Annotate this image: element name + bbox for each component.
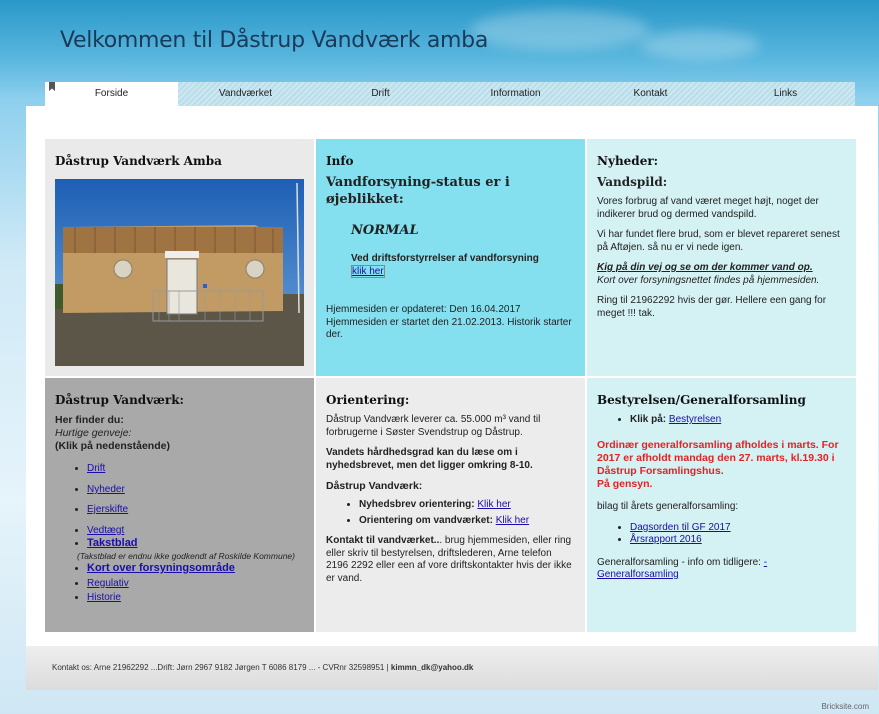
board-link[interactable]: Bestyrelsen [669,414,721,425]
box-title: Info [326,154,354,168]
doc-link-agenda[interactable]: Dagsorden til GF 2017 [630,522,731,533]
shortcuts-subintro: Hurtige genveje: [55,427,132,440]
box-title: Nyheder: [597,154,659,168]
cloud-decoration [640,30,760,60]
news-paragraph: Ring til 21962292 hvis der gør. Hellere … [597,295,827,319]
box-title: Dåstrup Vandværk: [55,393,184,407]
waterworks-photo [55,179,304,366]
footer-email[interactable]: kimmn_dk@yahoo.dk [391,663,474,672]
nav-item-kontakt[interactable]: Kontakt [583,82,718,106]
footer-contact-text: Kontakt os: Arne 21962292 ...Drift: Jørn… [52,663,391,672]
nav-item-information[interactable]: Information [448,82,583,106]
box-title: Orientering: [326,393,410,407]
orientation-link[interactable]: Klik her [496,515,529,526]
shortcut-link-regulativ[interactable]: Regulativ [87,578,129,589]
footer-contact: Kontakt os: Arne 21962292 ...Drift: Jørn… [52,663,473,672]
shortcut-link-nyheder[interactable]: Nyheder [87,484,125,495]
cloud-decoration [470,10,650,50]
hardness-paragraph: Vandets hårdhedsgrad kan du læse om i ny… [326,447,533,471]
info-box: Info Vandforsyning-status er i øjeblikke… [316,139,585,376]
news-paragraph: Vi har fundet flere brud, som er blevet … [597,229,840,253]
takstblad-note: (Takstblad er endnu ikke godkendt af Ros… [77,551,295,562]
site-title: Velkommen til Dåstrup Vandværk amba [60,28,489,53]
disturbance-text: Ved driftsforstyrrelser af vandforsyning [351,253,539,265]
shortcut-link-vedtaegt[interactable]: Vedtægt [87,525,124,536]
main-nav: Forside Vandværket Drift Information Kon… [45,82,855,106]
shortcut-link-kort[interactable]: Kort over forsyningsområde [87,562,235,574]
older-assemblies: Generalforsamling - info om tidligere: -… [597,557,846,582]
box-title: Bestyrelsen/Generalforsamling [597,393,806,407]
shortcut-link-ejerskifte[interactable]: Ejerskifte [87,504,128,515]
started-line: Hjemmesiden er startet den 21.02.2013. H… [326,316,572,341]
nav-item-drift[interactable]: Drift [313,82,448,106]
orientation-label: Orientering om vandværket: [359,514,493,526]
board-click-label: Klik på: [630,414,667,425]
orientation-subheading: Dåstrup Vandværk: [326,480,423,492]
shortcuts-instruction: (Klik på nedenstående) [55,440,170,453]
orientation-box: Orientering: Dåstrup Vandværk leverer ca… [316,378,585,632]
news-box: Nyheder: Vandspild: Vores forbrug af van… [587,139,856,376]
nav-item-label: Links [773,88,798,99]
nav-item-vandvaerket[interactable]: Vandværket [178,82,313,106]
news-subtitle: Vandspild: [597,175,668,189]
nav-item-label: Information [490,88,541,99]
contact-paragraph: Kontakt til vandværket... brug hjemmesid… [326,535,575,585]
status-value: NORMAL [351,222,419,238]
nav-item-links[interactable]: Links [718,82,853,106]
status-heading: Vandforsyning-status er i øjeblikket: [326,175,510,207]
nav-item-label: Forside [94,88,129,99]
board-box: Bestyrelsen/Generalforsamling Klik på: B… [587,378,856,632]
nav-item-label: Kontakt [633,88,668,99]
shortcut-link-takstblad[interactable]: Takstblad [87,537,138,549]
doc-link-annual-report[interactable]: Årsrapport 2016 [630,534,702,545]
older-assemblies-label: Generalforsamling - info om tidligere: [597,556,764,568]
assembly-signoff: På gensyn. [597,477,653,490]
shortcut-link-drift[interactable]: Drift [87,463,105,474]
contact-lead: Kontakt til vandværket.. [326,535,440,547]
disturbance-link[interactable]: klik her [351,264,385,278]
shortcut-link-historie[interactable]: Historie [87,592,121,603]
shortcuts-box: Dåstrup Vandværk: Her finder du: Hurtige… [45,378,314,632]
news-paragraph: Vores forbrug af vand været meget højt, … [597,196,819,220]
assembly-notice: Ordinær generalforsamling afholdes i mar… [597,438,839,477]
updated-line: Hjemmesiden er opdateret: Den 16.04.2017 [326,304,521,316]
nav-item-label: Drift [371,88,390,99]
nav-item-forside[interactable]: Forside [45,82,178,106]
attachments-label: bilag til årets generalforsamling: [597,501,739,512]
newsletter-label: Nyhedsbrev orientering: [359,499,475,511]
news-note: Kort over forsyningsnettet findes på hje… [597,274,820,286]
box-title: Dåstrup Vandværk Amba [55,154,222,168]
bookmark-icon [49,82,55,91]
shortcuts-intro: Her finder du: [55,414,124,426]
nav-item-label: Vandværket [218,88,273,99]
orientation-paragraph: Dåstrup Vandværk leverer ca. 55.000 m³ v… [326,414,541,438]
news-callout: Kig på din vej og se om der kommer vand … [597,262,813,273]
newsletter-link[interactable]: Klik her [477,499,510,510]
site-credit[interactable]: Bricksite.com [821,702,869,711]
